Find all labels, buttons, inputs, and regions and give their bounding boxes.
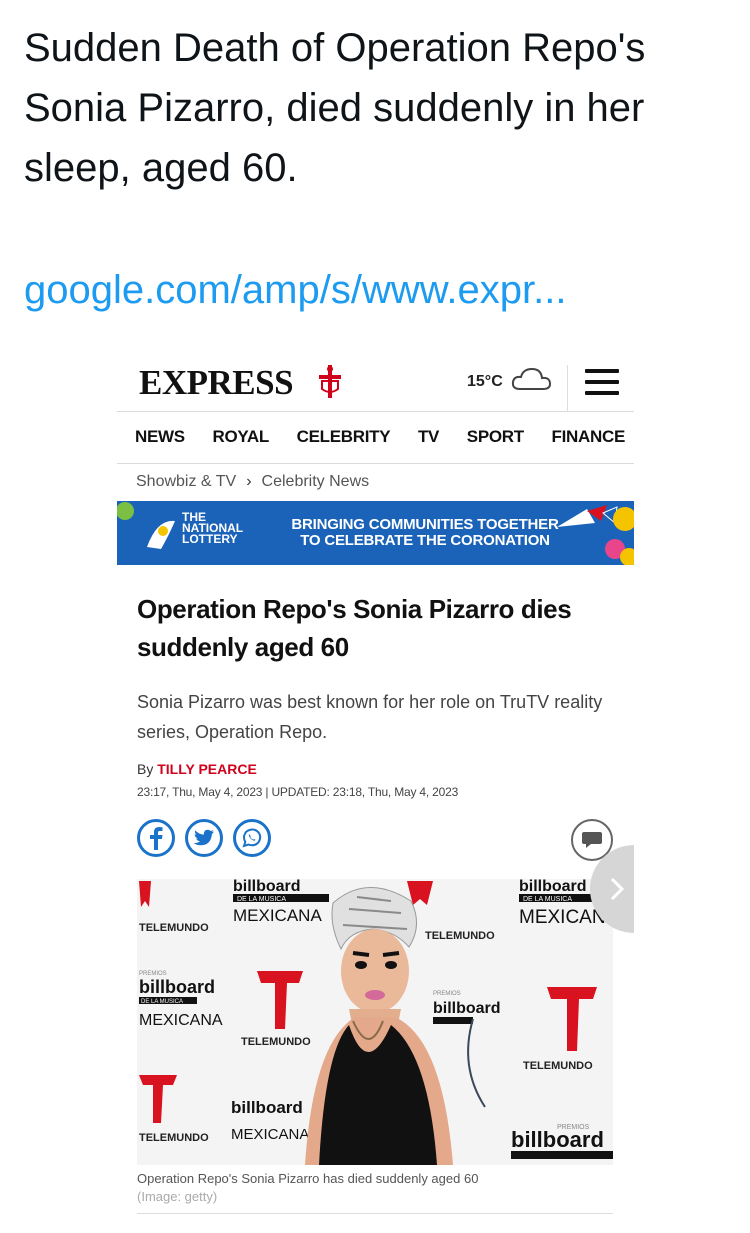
header-rule bbox=[117, 411, 634, 412]
breadcrumb-celebrity-news[interactable]: Celebrity News bbox=[262, 473, 370, 491]
backdrop-mexicana: MEXICANA bbox=[231, 1126, 309, 1143]
author-link[interactable]: TILLY PEARCE bbox=[157, 761, 257, 777]
whatsapp-icon bbox=[242, 828, 262, 848]
nav-rule bbox=[117, 463, 634, 464]
backdrop-telemundo: TELEMUNDO bbox=[139, 1132, 209, 1144]
backdrop-billboard: billboard bbox=[139, 977, 215, 997]
backdrop-mexicana: MEXICANA bbox=[139, 1012, 223, 1029]
backdrop-billboard: billboard bbox=[231, 1098, 303, 1117]
nav-sport[interactable]: SPORT bbox=[467, 427, 524, 447]
backdrop-telemundo: TELEMUNDO bbox=[139, 922, 209, 934]
photo-scene: TELEMUNDO billboard DE LA MUSICA MEXICAN… bbox=[137, 879, 613, 1165]
nav-finance[interactable]: FINANCE bbox=[552, 427, 626, 447]
footer-rule bbox=[137, 1213, 613, 1214]
backdrop-premios: PREMIOS bbox=[433, 991, 461, 997]
whatsapp-share-button[interactable] bbox=[233, 819, 271, 857]
nav-news[interactable]: NEWS bbox=[135, 427, 185, 447]
backdrop-de-la-musica: DE LA MUSICA bbox=[523, 896, 572, 903]
hamburger-menu-icon[interactable] bbox=[585, 369, 619, 395]
byline-prefix: By bbox=[137, 761, 154, 777]
photo-caption: Operation Repo's Sonia Pizarro has died … bbox=[137, 1171, 479, 1186]
backdrop-billboard: billboard bbox=[233, 879, 301, 895]
nav-tv[interactable]: TV bbox=[418, 427, 439, 447]
article-standfirst: Sonia Pizarro was best known for her rol… bbox=[137, 692, 603, 742]
tweet-link[interactable]: google.com/amp/s/www.expr... bbox=[24, 262, 566, 318]
breadcrumb-showbiz[interactable]: Showbiz & TV bbox=[136, 473, 236, 491]
backdrop-telemundo: TELEMUNDO bbox=[241, 1036, 311, 1048]
banner-message: BRINGING COMMUNITIES TOGETHER TO CELEBRA… bbox=[265, 517, 585, 549]
lottery-ad-banner[interactable]: THE NATIONAL LOTTERY BRINGING COMMUNITIE… bbox=[117, 501, 634, 565]
express-logo[interactable]: EXPRESS bbox=[139, 363, 294, 403]
cloud-icon bbox=[511, 367, 552, 390]
facebook-share-button[interactable] bbox=[137, 819, 175, 857]
breadcrumb: Showbiz & TV › Celebrity News bbox=[136, 473, 369, 491]
nav-celebrity[interactable]: CELEBRITY bbox=[297, 427, 391, 447]
header-divider bbox=[567, 365, 568, 411]
photo-credit: (Image: getty) bbox=[137, 1189, 218, 1204]
link-preview-card[interactable]: EXPRESS 15°C NEWS ROYAL CELEBRITY TV SPO… bbox=[117, 345, 634, 1233]
backdrop-telemundo: TELEMUNDO bbox=[523, 1060, 593, 1072]
lottery-brand: THE NATIONAL LOTTERY bbox=[182, 511, 243, 546]
backdrop-de-la-musica: DE LA MUSICA bbox=[237, 896, 286, 903]
weather-temperature[interactable]: 15°C bbox=[467, 373, 503, 391]
crusader-logo-icon bbox=[319, 365, 341, 398]
gallery-next-button[interactable] bbox=[590, 845, 634, 933]
twitter-share-button[interactable] bbox=[185, 819, 223, 857]
backdrop-de-la-musica: DE LA MUSICA bbox=[141, 999, 183, 1005]
article-dates: 23:17, Thu, May 4, 2023 | UPDATED: 23:18… bbox=[137, 785, 459, 799]
backdrop-billboard: billboard bbox=[511, 1127, 604, 1152]
lottery-brand-line: LOTTERY bbox=[182, 532, 238, 546]
byline: By TILLY PEARCE bbox=[137, 761, 257, 777]
chevron-right-icon: › bbox=[246, 473, 252, 490]
backdrop-billboard: billboard bbox=[433, 1000, 501, 1017]
facebook-icon bbox=[150, 827, 163, 850]
article-photo[interactable]: TELEMUNDO billboard DE LA MUSICA MEXICAN… bbox=[137, 879, 613, 1165]
tweet-text: Sudden Death of Operation Repo's Sonia P… bbox=[24, 26, 646, 190]
twitter-icon bbox=[193, 829, 214, 846]
backdrop-telemundo: TELEMUNDO bbox=[425, 930, 495, 942]
backdrop-mexicana: MEXICANA bbox=[233, 906, 322, 925]
backdrop-billboard: billboard bbox=[519, 879, 587, 895]
banner-message-line: TO CELEBRATE THE CORONATION bbox=[300, 532, 550, 549]
chevron-right-icon bbox=[610, 877, 625, 901]
nav-royal[interactable]: ROYAL bbox=[213, 427, 270, 447]
article-headline: Operation Repo's Sonia Pizarro dies sudd… bbox=[137, 594, 572, 662]
main-nav: NEWS ROYAL CELEBRITY TV SPORT FINANCE bbox=[135, 427, 625, 447]
banner-message-line: BRINGING COMMUNITIES TOGETHER bbox=[291, 516, 559, 533]
